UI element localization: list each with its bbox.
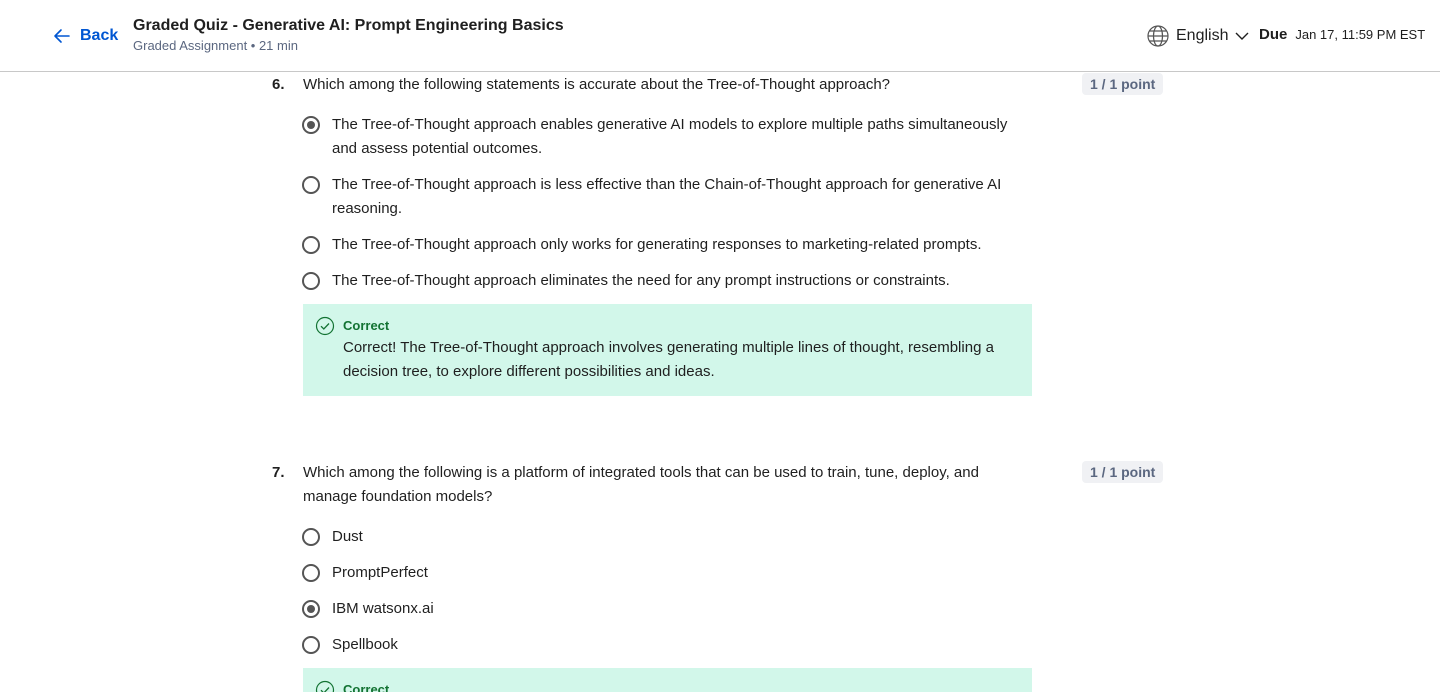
due-label: Due: [1259, 26, 1287, 43]
radio-button[interactable]: [302, 636, 320, 654]
answer-option[interactable]: Dust: [302, 525, 1022, 549]
question-number: 7.: [272, 461, 285, 485]
option-label: The Tree-of-Thought approach only works …: [332, 233, 1022, 257]
answer-option[interactable]: Spellbook: [302, 633, 1022, 657]
answer-option[interactable]: The Tree-of-Thought approach enables gen…: [302, 113, 1022, 161]
answer-option[interactable]: The Tree-of-Thought approach eliminates …: [302, 269, 1022, 293]
back-label: Back: [80, 27, 118, 45]
arrow-left-icon: [52, 26, 72, 46]
points-badge: 1 / 1 point: [1082, 461, 1163, 483]
option-label: The Tree-of-Thought approach enables gen…: [332, 113, 1022, 161]
question-text: Which among the following is a platform …: [303, 461, 1023, 509]
radio-button[interactable]: [302, 528, 320, 546]
question-text: Which among the following statements is …: [303, 73, 1023, 97]
assignment-meta: Graded Assignment • 21 min: [133, 36, 564, 56]
option-label: Dust: [332, 525, 1022, 549]
globe-icon: [1146, 24, 1170, 48]
answer-option[interactable]: The Tree-of-Thought approach is less eff…: [302, 173, 1022, 221]
page-title: Graded Quiz - Generative AI: Prompt Engi…: [133, 16, 564, 36]
feedback-correct: Correct Correct! The Tree-of-Thought app…: [303, 304, 1032, 396]
assignment-header: Graded Quiz - Generative AI: Prompt Engi…: [133, 16, 564, 56]
chevron-down-icon: [1234, 28, 1250, 44]
radio-button[interactable]: [302, 176, 320, 194]
radio-button-selected[interactable]: [302, 600, 320, 618]
back-button[interactable]: Back: [52, 24, 118, 48]
answer-option[interactable]: The Tree-of-Thought approach only works …: [302, 233, 1022, 257]
option-label: IBM watsonx.ai: [332, 597, 1022, 621]
answer-option[interactable]: IBM watsonx.ai: [302, 597, 1022, 621]
option-label: The Tree-of-Thought approach eliminates …: [332, 269, 1022, 293]
check-circle-icon: [315, 680, 335, 692]
language-selector[interactable]: English: [1146, 24, 1250, 48]
top-bar: Back Graded Quiz - Generative AI: Prompt…: [0, 0, 1440, 72]
option-label: The Tree-of-Thought approach is less eff…: [332, 173, 1022, 221]
option-label: Spellbook: [332, 633, 1022, 657]
points-badge: 1 / 1 point: [1082, 73, 1163, 95]
due-info: Due Jan 17, 11:59 PM EST: [1259, 26, 1425, 43]
due-date: Jan 17, 11:59 PM EST: [1295, 27, 1425, 42]
feedback-correct: Correct: [303, 668, 1032, 692]
check-circle-icon: [315, 316, 335, 336]
radio-button-selected[interactable]: [302, 116, 320, 134]
option-label: PromptPerfect: [332, 561, 1022, 585]
feedback-title: Correct: [343, 680, 1016, 692]
radio-button[interactable]: [302, 564, 320, 582]
radio-button[interactable]: [302, 236, 320, 254]
feedback-text: Correct! The Tree-of-Thought approach in…: [343, 336, 1016, 384]
feedback-title: Correct: [343, 316, 1016, 336]
language-label: English: [1176, 27, 1228, 45]
question-number: 6.: [272, 73, 285, 97]
radio-button[interactable]: [302, 272, 320, 290]
answer-option[interactable]: PromptPerfect: [302, 561, 1022, 585]
